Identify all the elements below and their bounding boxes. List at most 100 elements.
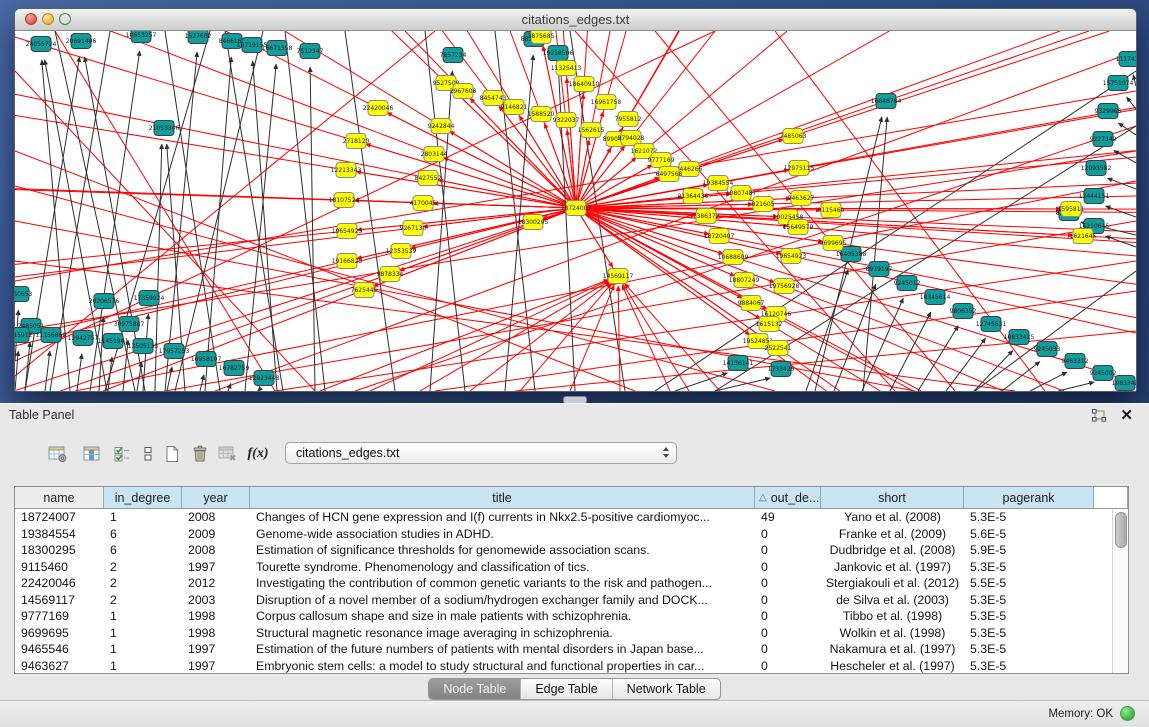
memory-ok-indicator[interactable]: [1120, 706, 1135, 721]
window-titlebar[interactable]: citations_edges.txt: [15, 9, 1136, 31]
column-header-out_degree[interactable]: △out_de...: [755, 487, 821, 508]
cell-short: Wolkin et al. (1998): [821, 625, 964, 642]
table-row[interactable]: 2242004622012Investigating the contribut…: [15, 575, 1128, 592]
column-header-year[interactable]: year: [182, 487, 250, 508]
node-label: 18640910: [569, 81, 600, 88]
column-header-pagerank[interactable]: pagerank: [964, 487, 1094, 508]
node-label: 3915912: [15, 332, 33, 339]
cell-pagerank: 5.3E-5: [964, 658, 1094, 675]
table-row[interactable]: 946554611997Estimation of the future num…: [15, 641, 1128, 658]
node-label: 2967608: [450, 88, 477, 95]
table-scrollbar[interactable]: [1112, 509, 1128, 673]
table-row[interactable]: 1456911722003Disruption of a novel membe…: [15, 592, 1128, 609]
node-label: 821605: [752, 201, 775, 208]
column-header-short[interactable]: short: [821, 487, 964, 508]
node-label: 15751074: [1103, 80, 1134, 87]
cell-short: Tibbo et al. (1998): [821, 608, 964, 625]
cytoscape-app: citations_edges.txt 24055724206914061065…: [0, 0, 1149, 727]
node-label: 7625445: [351, 287, 378, 294]
node-label: 30975887: [114, 321, 145, 328]
float-panel-icon[interactable]: [1091, 409, 1107, 423]
node-label: 7955812: [615, 116, 642, 123]
node-label: 9245033: [1034, 346, 1061, 353]
node-label: 7386372: [693, 213, 720, 220]
node-label: 9794028: [618, 135, 645, 142]
node-label: 12745631: [976, 321, 1007, 328]
cell-pagerank: 5.5E-5: [964, 575, 1094, 592]
node-label: 11156869: [36, 332, 67, 339]
cell-out_degree: 0: [755, 526, 821, 543]
close-window-button[interactable]: [25, 13, 37, 25]
table-panel: Table Panel ✕: [0, 403, 1149, 701]
cell-name: 9699695: [15, 625, 104, 642]
table-row[interactable]: 911546021997Tourette syndrome. Phenomeno…: [15, 559, 1128, 576]
status-bar: Memory: OK: [0, 700, 1149, 727]
close-panel-icon[interactable]: ✕: [1120, 406, 1133, 424]
column-visibility-button[interactable]: [78, 440, 106, 468]
cell-in_degree: 2: [104, 592, 182, 609]
node-label: 8979197: [866, 266, 893, 273]
cell-year: 2009: [182, 526, 250, 543]
cell-short: de Silva et al. (2003): [821, 592, 964, 609]
table-row[interactable]: 946362711997Embryonic stem cells: a mode…: [15, 658, 1128, 675]
delete-table-button[interactable]: [214, 440, 242, 468]
node-label: 24055724: [26, 41, 57, 48]
node-label: 9463627: [788, 195, 815, 202]
node-label: 12093582: [1081, 165, 1112, 172]
tab-node-table[interactable]: Node Table: [429, 679, 520, 699]
cell-year: 2008: [182, 509, 250, 526]
table-row[interactable]: 1938455462009Genome-wide association stu…: [15, 526, 1128, 543]
node-label: 1083342: [1112, 380, 1136, 387]
node-label: 12923448: [249, 375, 280, 382]
cell-in_degree: 2: [104, 575, 182, 592]
cell-pagerank: 5.3E-5: [964, 592, 1094, 609]
cell-out_degree: 0: [755, 559, 821, 576]
table-options-button[interactable]: [44, 440, 72, 468]
column-header-name[interactable]: name: [15, 487, 104, 508]
create-column-button[interactable]: [158, 440, 186, 468]
node-label: 9267130: [400, 225, 427, 232]
node-label: 18720407: [704, 233, 735, 240]
column-header-title[interactable]: title: [250, 487, 755, 508]
tab-edge-table[interactable]: Edge Table: [520, 679, 611, 699]
table-selector-dropdown[interactable]: citations_edges.txt: [285, 442, 677, 464]
cell-pagerank: 5.9E-5: [964, 542, 1094, 559]
minimize-window-button[interactable]: [42, 13, 54, 25]
node-label: 17359924: [134, 295, 165, 302]
tab-network-table[interactable]: Network Table: [612, 679, 720, 699]
node-label: 16648784: [871, 98, 902, 105]
node-label: 1527602: [185, 33, 212, 40]
network-window[interactable]: citations_edges.txt 24055724206914061065…: [14, 8, 1137, 392]
zoom-window-button[interactable]: [59, 13, 71, 25]
table-row[interactable]: 1830029562008Estimation of significance …: [15, 542, 1128, 559]
cell-year: 1997: [182, 658, 250, 675]
function-builder-button[interactable]: f(x): [244, 440, 272, 468]
table-row[interactable]: 969969511998Structural magnetic resonanc…: [15, 625, 1128, 642]
node-label: 21053346: [149, 125, 180, 132]
node-label: 1562615: [578, 127, 605, 134]
cell-pagerank: 5.3E-5: [964, 625, 1094, 642]
delete-column-button[interactable]: [186, 440, 214, 468]
cell-year: 1998: [182, 625, 250, 642]
column-header-in_degree[interactable]: in_degree: [104, 487, 182, 508]
sort-ascending-icon: △: [759, 492, 767, 503]
node-label: 9463312: [1062, 358, 1089, 365]
cell-short: Stergiakouli et al. (2012): [821, 575, 964, 592]
table-panel-header: Table Panel ✕: [0, 404, 1149, 428]
node-label: 18107524: [329, 197, 360, 204]
row-selection-checks-button[interactable]: [108, 440, 136, 468]
cell-out_degree: 49: [755, 509, 821, 526]
node-label: 17957253: [159, 348, 190, 355]
cell-title: Estimation of the future numbers of pati…: [250, 641, 755, 658]
table-row[interactable]: 1872400712008Changes of HCN gene express…: [15, 509, 1128, 526]
table-row[interactable]: 977716911998Corpus callosum shape and si…: [15, 608, 1128, 625]
node-label: 18300295: [518, 219, 549, 226]
node-label: 9242844: [428, 123, 455, 130]
node-label: 9699695: [820, 240, 847, 247]
cell-pagerank: 5.3E-5: [964, 559, 1094, 576]
node-label: 16958107: [191, 356, 222, 363]
scrollbar-thumb[interactable]: [1115, 512, 1127, 548]
node-label: 16961758: [591, 99, 622, 106]
network-view[interactable]: 2405572420691406106532571527602846616010…: [15, 31, 1136, 391]
cell-year: 1998: [182, 608, 250, 625]
